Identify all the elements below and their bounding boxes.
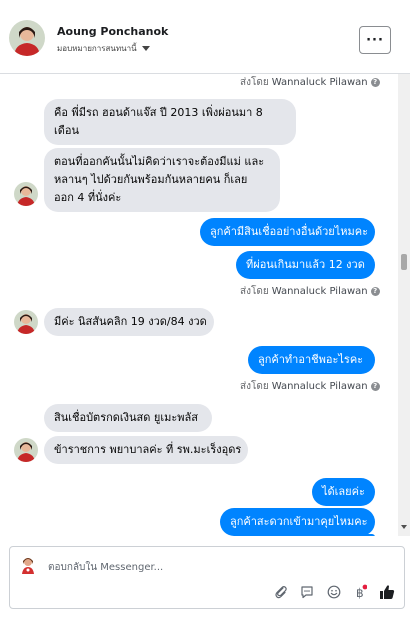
message-incoming: มีค่ะ นิสสันคลิก 19 งวด/84 งวด bbox=[44, 308, 214, 336]
contact-name[interactable]: Aoung Ponchanok bbox=[57, 25, 168, 38]
caret-down-icon bbox=[141, 46, 150, 51]
message-thread: ส่งโดย Wannaluck Pilawan ? คือ พี่มีรถ ฮ… bbox=[0, 74, 398, 536]
message-incoming: สินเชื่อบัตรกดเงินสด ยูเมะพลัส bbox=[44, 404, 212, 432]
reply-input[interactable]: ตอบกลับใน Messenger... bbox=[48, 560, 163, 575]
sent-by-note: ส่งโดย Wannaluck Pilawan ? bbox=[240, 379, 380, 394]
sent-by-label: ส่งโดย bbox=[240, 381, 269, 392]
message-line: ตอนที่ออกคันนั้นไม่คิดว่าเราจะต้องมีแม่ … bbox=[54, 155, 265, 168]
message-line: ได้เลยค่ะ bbox=[322, 485, 365, 498]
speech-bubble-icon[interactable] bbox=[298, 583, 316, 601]
message-line: คือ พี่มีรถ ฮอนด้าแจ๊ส ปี 2013 เพิ่งผ่อน… bbox=[54, 106, 263, 119]
message-line: ลูกค้ามีสินเชื่ออย่างอื่นด้วยไหมคะ bbox=[210, 225, 369, 238]
assign-conversation-label: มอบหมายการสนทนานี้ bbox=[57, 44, 137, 53]
thumbs-up-icon[interactable] bbox=[378, 583, 396, 601]
help-icon[interactable]: ? bbox=[370, 287, 380, 296]
message-line: เดือน bbox=[54, 124, 80, 137]
contact-avatar[interactable] bbox=[9, 20, 45, 56]
smiley-icon[interactable] bbox=[325, 583, 343, 601]
message-outgoing: ลูกค้าทำอาชีพอะไรคะ bbox=[248, 346, 375, 374]
contact-avatar-small bbox=[14, 310, 38, 334]
message-outgoing-partial bbox=[246, 534, 375, 536]
message-outgoing: ได้เลยค่ะ bbox=[312, 478, 375, 506]
message-line: สินเชื่อบัตรกดเงินสด ยูเมะพลัส bbox=[54, 411, 198, 424]
sent-by-name: Wannaluck Pilawan bbox=[271, 77, 368, 88]
message-outgoing: ที่ผ่อนเกินมาแล้ว 12 งวด bbox=[236, 251, 375, 279]
message-line: หลานๆ ไปด้วยกันพร้อมกันหลายคน ก็เลย bbox=[54, 173, 248, 186]
message-line: มีค่ะ นิสสันคลิก 19 งวด/84 งวด bbox=[54, 315, 207, 328]
page-avatar bbox=[19, 556, 37, 574]
sent-by-label: ส่งโดย bbox=[240, 77, 269, 88]
contact-avatar-small bbox=[14, 438, 38, 462]
message-line: ลูกค้าทำอาชีพอะไรคะ bbox=[258, 353, 364, 366]
message-outgoing: ลูกค้ามีสินเชื่ออย่างอื่นด้วยไหมคะ bbox=[200, 218, 375, 246]
message-incoming: คือ พี่มีรถ ฮอนด้าแจ๊ส ปี 2013 เพิ่งผ่อน… bbox=[44, 99, 296, 145]
help-icon[interactable]: ? bbox=[370, 78, 380, 87]
assign-conversation-dropdown[interactable]: มอบหมายการสนทนานี้ bbox=[57, 42, 150, 55]
message-line: ลูกค้าสะดวกเข้ามาคุยไหมคะ bbox=[230, 515, 368, 528]
message-incoming: ตอนที่ออกคันนั้นไม่คิดว่าเราจะต้องมีแม่ … bbox=[44, 148, 280, 212]
sent-by-label: ส่งโดย bbox=[240, 286, 269, 297]
more-options-button[interactable]: ··· bbox=[359, 26, 391, 54]
reply-composer[interactable]: ตอบกลับใน Messenger... ฿ bbox=[9, 546, 405, 609]
sent-by-note: ส่งโดย Wannaluck Pilawan ? bbox=[240, 284, 380, 299]
message-line: ออก 4 ที่นั่งค่ะ bbox=[54, 191, 122, 204]
baht-icon[interactable]: ฿ bbox=[351, 583, 369, 601]
svg-text:฿: ฿ bbox=[356, 586, 364, 600]
sent-by-name: Wannaluck Pilawan bbox=[271, 286, 368, 297]
conversation-header: Aoung Ponchanok มอบหมายการสนทนานี้ ··· bbox=[0, 0, 410, 74]
help-icon[interactable]: ? bbox=[370, 382, 380, 391]
sent-by-note: ส่งโดย Wannaluck Pilawan ? bbox=[240, 75, 380, 90]
message-incoming: ข้าราชการ พยาบาลค่ะ ที่ รพ.มะเร็งอุดร bbox=[44, 436, 248, 464]
scrollbar-thumb[interactable] bbox=[401, 254, 407, 270]
contact-avatar-small bbox=[14, 182, 38, 206]
message-line: ที่ผ่อนเกินมาแล้ว 12 งวด bbox=[246, 258, 365, 271]
paperclip-icon[interactable] bbox=[272, 583, 290, 601]
message-line: ข้าราชการ พยาบาลค่ะ ที่ รพ.มะเร็งอุดร bbox=[54, 443, 242, 456]
scrollbar-track[interactable] bbox=[398, 74, 410, 536]
message-outgoing: ลูกค้าสะดวกเข้ามาคุยไหมคะ bbox=[220, 508, 375, 536]
scroll-down-arrow-icon[interactable] bbox=[401, 525, 407, 529]
sent-by-name: Wannaluck Pilawan bbox=[271, 381, 368, 392]
